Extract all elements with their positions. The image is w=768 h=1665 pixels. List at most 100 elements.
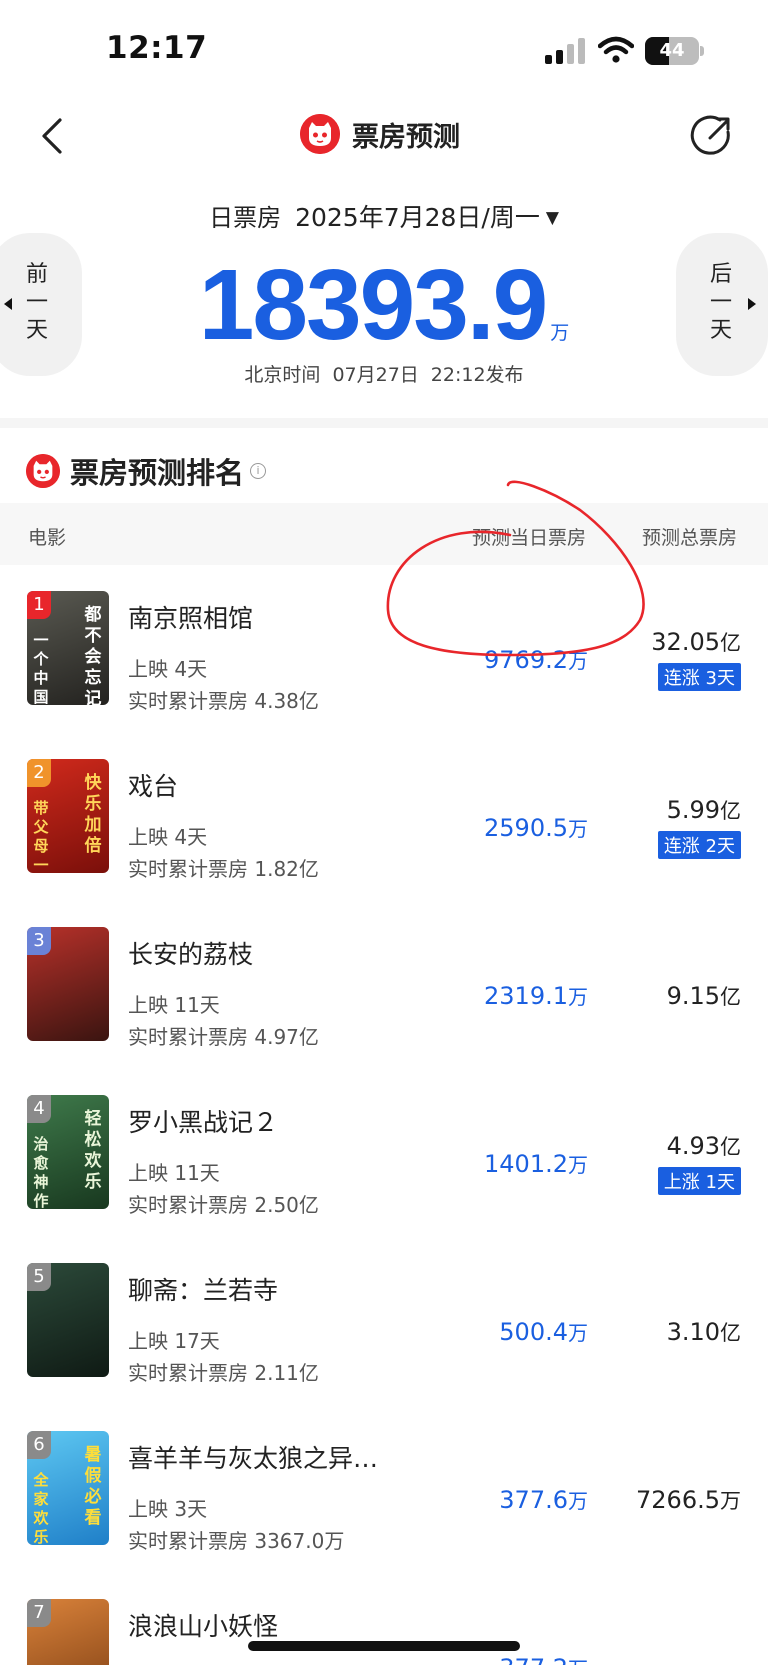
today-unit: 万 [568, 985, 588, 1009]
total-value: 9.15 [666, 982, 720, 1010]
section-divider [0, 418, 768, 428]
today-unit: 万 [568, 817, 588, 841]
ranking-title: 票房预测排名 [70, 456, 245, 490]
total-unit: 亿 [720, 1135, 741, 1159]
share-icon[interactable] [688, 112, 734, 158]
today-value: 1401.2 [484, 1150, 568, 1178]
movie-poster[interactable]: 5 [27, 1263, 109, 1377]
rank-badge: 1 [27, 591, 51, 619]
maoyan-cat-logo-icon [300, 114, 340, 154]
predicted-today-box-office: 9769.2万 [484, 645, 588, 674]
publish-info: 北京时间 07月27日 22:12发布 [0, 360, 768, 387]
movie-row[interactable]: 7 浪浪山小妖怪 2025-08-02上映 377.2万 -- [0, 1573, 768, 1665]
rank-badge: 4 [27, 1095, 51, 1123]
cumulative-box-office: 实时累计票房 3367.0万 [128, 1529, 345, 1553]
poster-slogan: 快乐加倍 [84, 773, 102, 856]
movie-title[interactable]: 喜羊羊与灰太狼之异… [128, 1439, 378, 1475]
total-box-office-unit: 万 [550, 322, 570, 344]
release-days: 2025-08-02上映 [128, 1661, 284, 1665]
chevron-left-icon[interactable] [30, 110, 80, 160]
total-unit: 亿 [720, 799, 741, 823]
column-header-today[interactable]: 预测当日票房 [472, 523, 586, 550]
column-header-total[interactable]: 预测总票房 [642, 523, 737, 550]
movie-title[interactable]: 戏台 [128, 767, 178, 803]
rank-badge: 2 [27, 759, 51, 787]
release-days: 上映 3天 [128, 1497, 208, 1521]
total-value: 32.05 [651, 628, 720, 656]
total-box-office: 18393.9 万 [0, 248, 768, 363]
release-days: 上映 11天 [128, 1161, 220, 1185]
poster-slogan: 轻松欢乐 [84, 1109, 102, 1192]
today-value: 9769.2 [484, 646, 568, 674]
poster-slogan: 暑假必看 [84, 1445, 102, 1528]
battery-percent: 44 [659, 40, 685, 61]
movie-title[interactable]: 南京照相馆 [128, 599, 253, 635]
total-box-office-value: 18393.9 [198, 249, 548, 361]
selected-date[interactable]: 2025年7月28日/周一 [295, 203, 540, 232]
predicted-today-box-office: 500.4万 [499, 1317, 588, 1346]
today-unit: 万 [568, 649, 588, 673]
rank-badge: 5 [27, 1263, 51, 1291]
today-value: 377.2 [499, 1654, 568, 1665]
total-unit: 亿 [720, 1321, 741, 1345]
predicted-today-box-office: 377.2万 [499, 1653, 588, 1665]
column-header-movie: 电影 [28, 527, 67, 549]
predicted-total-box-office: -- [724, 1653, 741, 1665]
rank-badge: 3 [27, 927, 51, 955]
cumulative-box-office: 实时累计票房 1.82亿 [128, 857, 319, 881]
movie-poster[interactable]: 7 [27, 1599, 109, 1665]
battery-nub [700, 46, 704, 56]
maoyan-cat-logo-icon [26, 454, 60, 488]
nav-bar: 票房预测 [0, 100, 768, 180]
total-value: 3.10 [666, 1318, 720, 1346]
predicted-total-box-office: 32.05亿 [651, 627, 741, 657]
dropdown-caret-icon[interactable]: ▼ [546, 208, 559, 228]
publish-prefix: 北京时间 [244, 364, 321, 386]
movie-poster[interactable]: 轻松欢乐 治愈神作 4 [27, 1095, 109, 1209]
today-value: 2319.1 [484, 982, 568, 1010]
movie-title[interactable]: 长安的荔枝 [128, 935, 253, 971]
movie-poster[interactable]: 都不会忘记 一个中国人 1 [27, 591, 109, 705]
movie-row[interactable]: 暑假必看 全家欢乐 6 喜羊羊与灰太狼之异… 上映 3天 实时累计票房 3367… [0, 1405, 768, 1573]
movie-poster[interactable]: 暑假必看 全家欢乐 6 [27, 1431, 109, 1545]
today-unit: 万 [568, 1153, 588, 1177]
movie-title[interactable]: 浪浪山小妖怪 [128, 1607, 278, 1643]
movie-row[interactable]: 轻松欢乐 治愈神作 4 罗小黑战记２ 上映 11天 实时累计票房 2.50亿 1… [0, 1069, 768, 1237]
poster-slogan: 都不会忘记 [84, 605, 102, 705]
movie-row[interactable]: 5 聊斋：兰若寺 上映 17天 实时累计票房 2.11亿 500.4万 3.10… [0, 1237, 768, 1405]
movie-poster[interactable]: 3 [27, 927, 109, 1041]
poster-slogan-left: 一个中国人 [33, 631, 49, 705]
predicted-today-box-office: 1401.2万 [484, 1149, 588, 1178]
status-bar: 12:17 44 [0, 0, 768, 100]
trend-tag: 上涨 1天 [657, 1167, 741, 1195]
poster-slogan-left: 带父母一起看 [33, 799, 49, 873]
today-unit: 万 [568, 1657, 588, 1665]
today-unit: 万 [568, 1489, 588, 1513]
movie-poster[interactable]: 快乐加倍 带父母一起看 2 [27, 759, 109, 873]
today-value: 500.4 [499, 1318, 568, 1346]
movie-title[interactable]: 聊斋：兰若寺 [128, 1271, 278, 1307]
daily-box-office-label: 日票房 [209, 204, 282, 232]
release-days: 上映 4天 [128, 657, 208, 681]
total-value: 4.93 [666, 1132, 720, 1160]
total-unit: 亿 [720, 985, 741, 1009]
rank-badge: 7 [27, 1599, 51, 1627]
wifi-icon [598, 36, 634, 63]
poster-slogan-left: 全家欢乐 [33, 1471, 49, 1545]
predicted-total-box-office: 3.10亿 [667, 1317, 741, 1347]
info-icon[interactable]: i [250, 463, 267, 479]
total-value: 5.99 [666, 796, 720, 824]
cumulative-box-office: 实时累计票房 4.38亿 [128, 689, 319, 713]
release-days: 上映 17天 [128, 1329, 220, 1353]
trend-tag: 连涨 3天 [657, 663, 741, 691]
date-selector[interactable]: 日票房 2025年7月28日/周一 ▼ [0, 198, 768, 234]
predicted-today-box-office: 2590.5万 [484, 813, 588, 842]
total-value: 7266.5 [636, 1486, 720, 1514]
movie-row[interactable]: 3 长安的荔枝 上映 11天 实时累计票房 4.97亿 2319.1万 9.15… [0, 901, 768, 1069]
release-days: 上映 11天 [128, 993, 220, 1017]
movie-row[interactable]: 都不会忘记 一个中国人 1 南京照相馆 上映 4天 实时累计票房 4.38亿 9… [0, 565, 768, 733]
predicted-total-box-office: 9.15亿 [667, 981, 741, 1011]
movie-title[interactable]: 罗小黑战记２ [128, 1103, 278, 1139]
publish-time: 22:12发布 [430, 364, 524, 386]
movie-row[interactable]: 快乐加倍 带父母一起看 2 戏台 上映 4天 实时累计票房 1.82亿 2590… [0, 733, 768, 901]
